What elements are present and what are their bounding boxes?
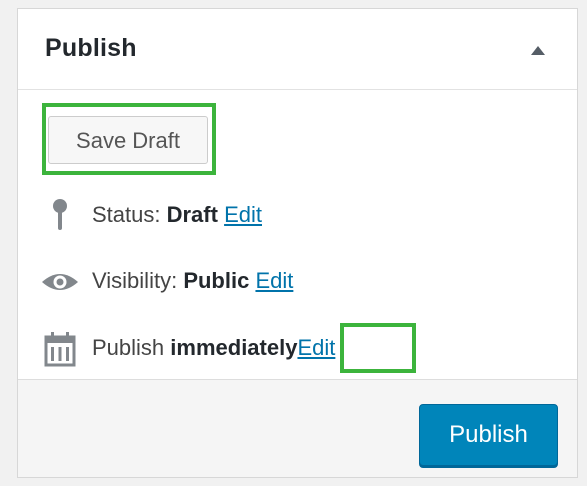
visibility-edit-link[interactable]: Edit <box>255 268 293 293</box>
triangle-up-icon <box>531 46 545 55</box>
panel-footer: Publish <box>18 379 577 477</box>
schedule-label: Publish <box>92 335 165 360</box>
visibility-value: Public <box>183 268 250 293</box>
pin-icon <box>53 199 67 230</box>
visibility-label: Visibility: <box>92 268 178 293</box>
panel-header: Publish <box>18 9 577 90</box>
status-value: Draft <box>166 202 218 227</box>
status-label: Status: <box>92 202 161 227</box>
schedule-value: immediately <box>170 335 298 360</box>
schedule-edit-link[interactable]: Edit <box>297 335 335 360</box>
panel-title: Publish <box>45 34 137 62</box>
schedule-edit-highlight <box>340 323 416 373</box>
save-draft-highlight <box>42 103 216 175</box>
publish-button[interactable]: Publish <box>419 404 558 466</box>
collapse-toggle[interactable] <box>525 41 551 61</box>
publish-panel: Publish Save Draft Status: Draft Edit Vi… <box>17 8 578 478</box>
status-edit-link[interactable]: Edit <box>224 202 262 227</box>
calendar-icon <box>44 332 76 367</box>
eye-icon <box>42 274 78 290</box>
